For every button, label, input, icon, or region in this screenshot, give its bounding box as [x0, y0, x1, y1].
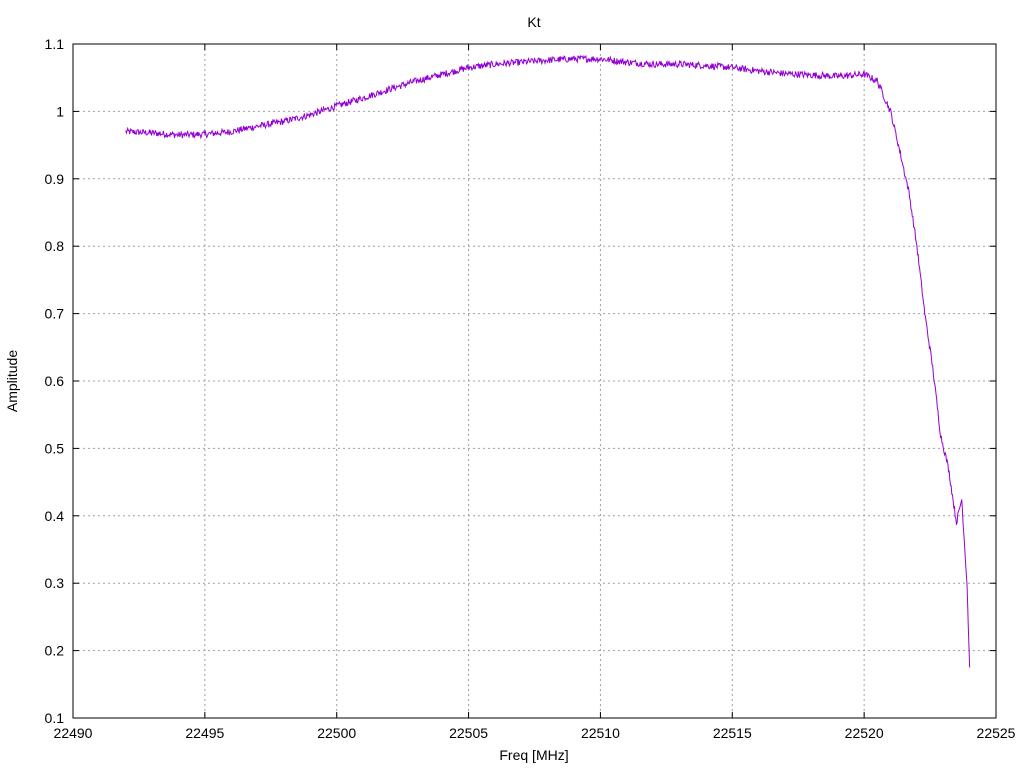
y-tick-label: 1.1: [45, 36, 65, 52]
chart: 22490 22495 22500 22505 22510 22515 22520 22525…: [4, 14, 1016, 763]
y-tick-labels: 0.1 0.2 0.3 0.4 0.5 0.6 0.7 0.8 0.9 1 1.1: [45, 36, 65, 726]
y-tick-label: 0.2: [45, 643, 65, 659]
y-tick-label: 0.9: [45, 171, 65, 187]
series-layer: [125, 54, 971, 668]
y-tick-label: 0.6: [45, 373, 65, 389]
y-tick-label: 0.5: [45, 440, 65, 456]
x-tick-labels: 22490 22495 22500 22505 22510 22515 22520 22525: [54, 725, 1016, 741]
x-tick-label: 22520: [845, 725, 884, 741]
x-tick-label: 22490: [54, 725, 93, 741]
y-tick-label: 1: [56, 103, 64, 119]
x-tick-label: 22510: [581, 725, 620, 741]
x-tick-label: 22525: [977, 725, 1016, 741]
x-tick-label: 22495: [185, 725, 224, 741]
chart-title: Kt: [527, 14, 540, 30]
x-axis-label: Freq [MHz]: [499, 747, 568, 763]
y-tick-label: 0.7: [45, 306, 65, 322]
y-tick-label: 0.1: [45, 710, 65, 726]
x-tick-label: 22515: [713, 725, 752, 741]
y-axis-label: Amplitude: [4, 350, 20, 412]
y-tick-label: 0.3: [45, 575, 65, 591]
grid: [73, 44, 996, 718]
x-tick-label: 22500: [317, 725, 356, 741]
y-tick-label: 0.8: [45, 238, 65, 254]
y-tick-label: 0.4: [45, 508, 65, 524]
x-tick-label: 22505: [449, 725, 488, 741]
series-line: [125, 54, 971, 668]
